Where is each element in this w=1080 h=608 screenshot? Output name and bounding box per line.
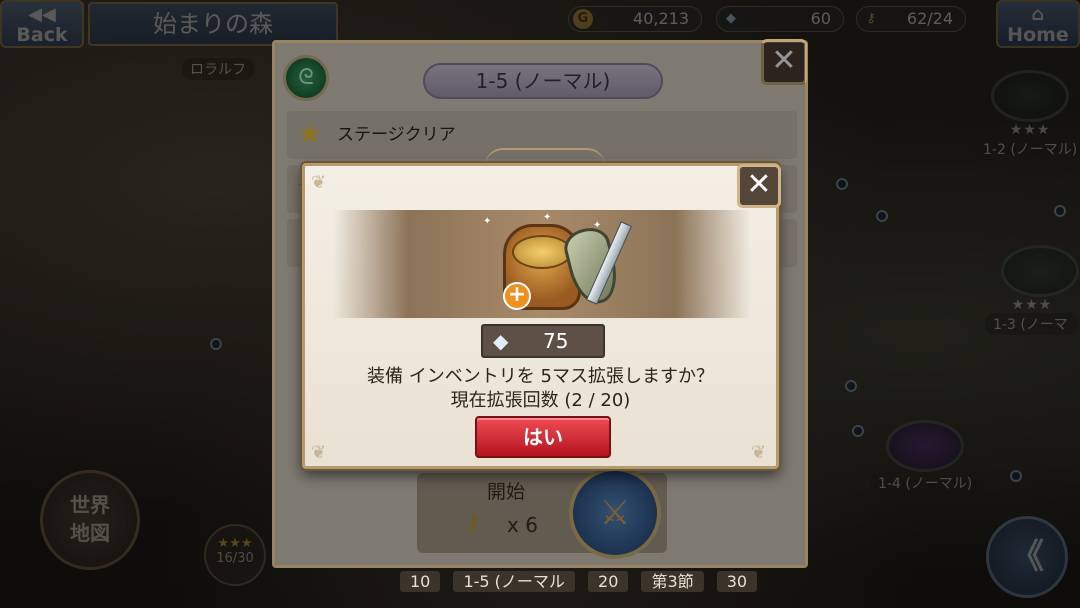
dialog-close-button[interactable]: ✕ [737, 164, 781, 208]
gem-cost-box: ◆ 75 [481, 324, 605, 358]
sparkle-icon: ✦ [483, 216, 492, 227]
footer-stage-name: 1-5 (ノーマル [453, 571, 575, 592]
footer-chapter-value: 30 [716, 571, 758, 592]
stage-footer: 10 1-5 (ノーマル 20 第3節 30 [400, 568, 765, 592]
inventory-banner: + ✦ ✦ ✦ [333, 210, 751, 318]
bag-emblem [512, 235, 572, 269]
plus-icon: + [503, 282, 531, 310]
dialog-message: 装備 インベントリを 5マス拡張しますか？ [367, 366, 714, 387]
inventory-expand-dialog: ❦ ❦ ❦ ✕ + ✦ ✦ ✦ ◆ 75 装備 インベントリを 5マス拡張します… [302, 148, 781, 469]
footer-value: 20 [588, 571, 629, 592]
gem-cost-value: 75 [543, 329, 569, 353]
expansion-count: 現在拡張回数 (2 / 20) [450, 390, 631, 411]
corner-flourish-icon: ❦ [311, 172, 327, 193]
diamond-icon: ◆ [493, 329, 509, 353]
sparkle-icon: ✦ [593, 220, 602, 231]
corner-flourish-icon: ❦ [751, 442, 767, 463]
confirm-yes-button[interactable]: はい [475, 416, 611, 458]
dialog-crest-ornament [485, 148, 605, 166]
sparkle-icon: ✦ [543, 212, 552, 223]
footer-value: 10 [400, 571, 441, 592]
corner-flourish-icon: ❦ [311, 442, 327, 463]
footer-chapter-label: 第3節 [641, 571, 704, 592]
